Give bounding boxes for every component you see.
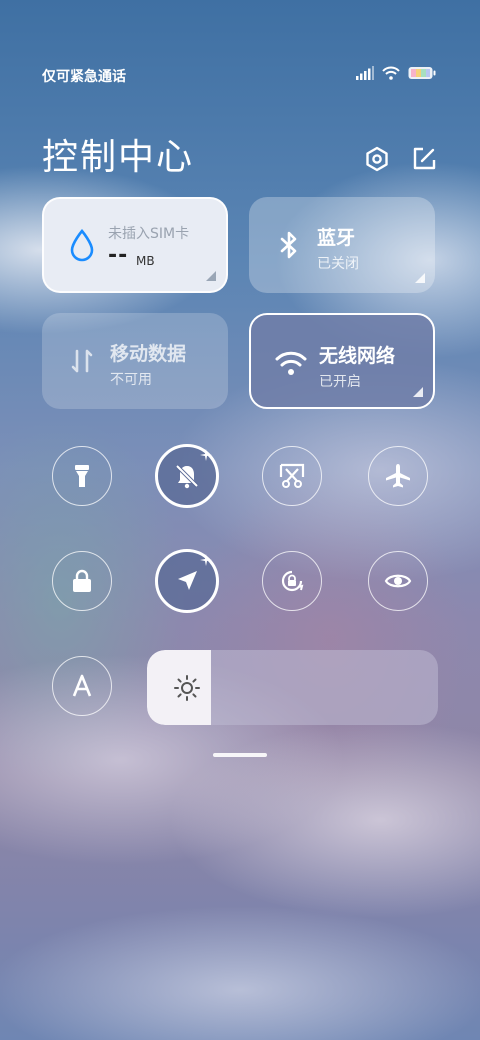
mobile-data-state: 不可用 — [110, 372, 152, 388]
mobile-data-arrows-icon — [71, 349, 93, 373]
wifi-state: 已开启 — [319, 374, 361, 390]
expand-corner-icon[interactable] — [206, 271, 216, 281]
data-usage-tile[interactable]: 未插入SIM卡 -- MB — [42, 197, 228, 293]
airplane-toggle[interactable] — [368, 446, 428, 506]
brightness-slider[interactable] — [147, 650, 438, 725]
screenshot-toggle[interactable] — [262, 446, 322, 506]
airplane-icon — [386, 464, 410, 488]
page-title: 控制中心 — [42, 137, 195, 178]
sim-status-label: 未插入SIM卡 — [108, 226, 190, 242]
sparkle-icon — [200, 449, 212, 461]
bluetooth-icon — [280, 231, 297, 259]
battery-icon — [408, 67, 436, 79]
mobile-data-label: 移动数据 — [110, 343, 187, 365]
bluetooth-label: 蓝牙 — [317, 227, 356, 249]
letter-a-icon — [72, 674, 92, 697]
edit-icon[interactable] — [410, 145, 438, 173]
scissors-icon — [279, 463, 305, 488]
drag-handle[interactable] — [213, 753, 267, 757]
wifi-label: 无线网络 — [319, 345, 396, 367]
sparkle-icon — [200, 554, 212, 566]
eye-icon — [384, 574, 412, 588]
location-arrow-icon — [178, 571, 197, 590]
settings-icon[interactable] — [363, 145, 391, 173]
bell-off-icon — [175, 464, 199, 489]
expand-corner-icon[interactable] — [415, 273, 425, 283]
auto-brightness-toggle[interactable] — [52, 656, 112, 716]
mobile-data-tile[interactable]: 移动数据 不可用 — [42, 313, 228, 409]
water-drop-icon — [70, 228, 94, 262]
bluetooth-tile[interactable]: 蓝牙 已关闭 — [249, 197, 435, 293]
reading-mode-toggle[interactable] — [368, 551, 428, 611]
expand-corner-icon[interactable] — [413, 387, 423, 397]
bluetooth-state: 已关闭 — [317, 256, 359, 272]
wifi-status-icon — [382, 66, 400, 80]
rotation-lock-toggle[interactable] — [262, 551, 322, 611]
wifi-icon — [275, 351, 307, 375]
sun-icon — [174, 675, 200, 701]
data-usage-unit: MB — [136, 254, 155, 268]
carrier-text: 仅可紧急通话 — [42, 69, 126, 85]
status-bar: 仅可紧急通话 — [42, 62, 436, 88]
flashlight-icon — [75, 465, 89, 487]
flashlight-toggle[interactable] — [52, 446, 112, 506]
status-icons — [356, 66, 436, 80]
rotation-lock-icon — [281, 570, 304, 592]
lock-toggle[interactable] — [52, 551, 112, 611]
data-usage-value: -- — [108, 243, 129, 268]
signal-icon — [356, 66, 374, 80]
lock-icon — [73, 569, 91, 592]
wifi-tile[interactable]: 无线网络 已开启 — [249, 313, 435, 409]
